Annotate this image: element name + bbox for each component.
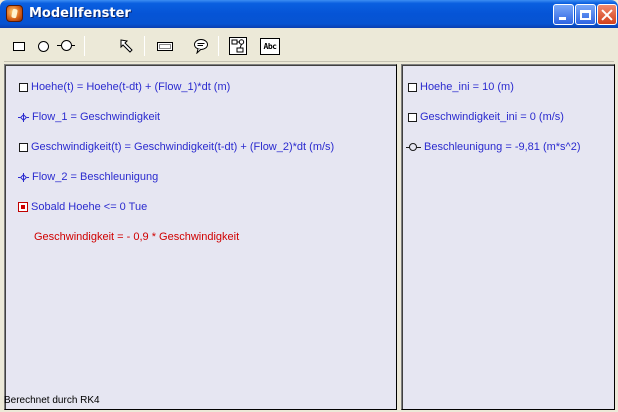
title-bar[interactable]: Modellfenster (0, 0, 618, 28)
event-icon (18, 202, 28, 212)
tool-text-button[interactable]: Abc (259, 35, 281, 57)
stock-square-icon (19, 82, 28, 92)
tool-comment-button[interactable] (190, 35, 212, 57)
parameter-text: Geschwindigkeit_ini = 0 (m/s) (420, 111, 564, 123)
list-item[interactable]: Geschwindigkeit(t) = Geschwindigkeit(t-d… (19, 141, 334, 153)
tool-diagram-button[interactable] (227, 35, 249, 57)
toolbar-separator (84, 36, 85, 56)
toolbar: Abc (4, 30, 614, 62)
status-text: Berechnet durch RK4 (4, 395, 100, 406)
equation-text: Hoehe(t) = Hoehe(t-dt) + (Flow_1)*dt (m) (31, 81, 231, 93)
list-item[interactable]: Hoehe_ini = 10 (m) (408, 81, 514, 93)
tool-flow-button[interactable] (55, 35, 77, 57)
model-window: Modellfenster Abc Hoehe(t) = Hoehe(t-dt)… (0, 0, 618, 412)
toolbar-separator (218, 36, 219, 56)
minimize-icon (558, 17, 566, 20)
close-button[interactable] (597, 4, 617, 25)
text-abc-icon: Abc (260, 37, 280, 55)
toolbar-separator (144, 36, 145, 56)
flow-icon (18, 172, 29, 183)
maximize-button[interactable] (575, 4, 596, 25)
close-icon (601, 9, 613, 21)
speech-bubble-icon (194, 39, 208, 54)
tool-stock-button[interactable] (8, 35, 30, 57)
rounded-rect-icon (157, 41, 173, 51)
diagram-icon (229, 37, 247, 55)
tool-connector-button[interactable] (116, 35, 138, 57)
equation-text: Geschwindigkeit(t) = Geschwindigkeit(t-d… (31, 141, 335, 153)
stock-square-icon (19, 142, 28, 152)
list-item[interactable]: Beschleunigung = -9,81 (m*s^2) (406, 141, 581, 153)
parameter-text: Hoehe_ini = 10 (m) (420, 81, 514, 93)
maximize-icon (580, 9, 591, 20)
list-item[interactable]: Sobald Hoehe <= 0 Tue (18, 201, 147, 213)
flow-icon (18, 112, 29, 123)
stock-square-icon (408, 82, 417, 92)
parameters-panel[interactable]: Hoehe_ini = 10 (m) Geschwindigkeit_ini =… (401, 64, 615, 410)
equation-text: Flow_2 = Beschleunigung (32, 171, 159, 183)
tool-event-button[interactable] (154, 35, 176, 57)
list-item[interactable]: Geschwindigkeit_ini = 0 (m/s) (408, 111, 564, 123)
minimize-button[interactable] (553, 4, 574, 25)
equation-text: Sobald Hoehe <= 0 Tue (31, 201, 148, 213)
rectangle-icon (13, 41, 25, 51)
window-title: Modellfenster (29, 6, 131, 21)
circle-icon (37, 40, 49, 52)
stock-square-icon (408, 112, 417, 122)
equation-text: Flow_1 = Geschwindigkeit (32, 111, 161, 123)
list-item[interactable]: Flow_2 = Beschleunigung (18, 171, 158, 183)
equations-panel[interactable]: Hoehe(t) = Hoehe(t-dt) + (Flow_1)*dt (m)… (4, 64, 397, 410)
converter-icon (406, 142, 421, 153)
parameter-text: Beschleunigung = -9,81 (m*s^2) (424, 141, 581, 153)
circle-arrow-icon (57, 40, 75, 52)
list-item[interactable]: Hoehe(t) = Hoehe(t-dt) + (Flow_1)*dt (m) (19, 81, 230, 93)
event-action-text[interactable]: Geschwindigkeit = - 0,9 * Geschwindigkei… (34, 231, 239, 243)
app-icon[interactable] (6, 5, 23, 22)
tool-converter-button[interactable] (32, 35, 54, 57)
connector-arrow-icon (120, 39, 133, 53)
list-item[interactable]: Flow_1 = Geschwindigkeit (18, 111, 160, 123)
